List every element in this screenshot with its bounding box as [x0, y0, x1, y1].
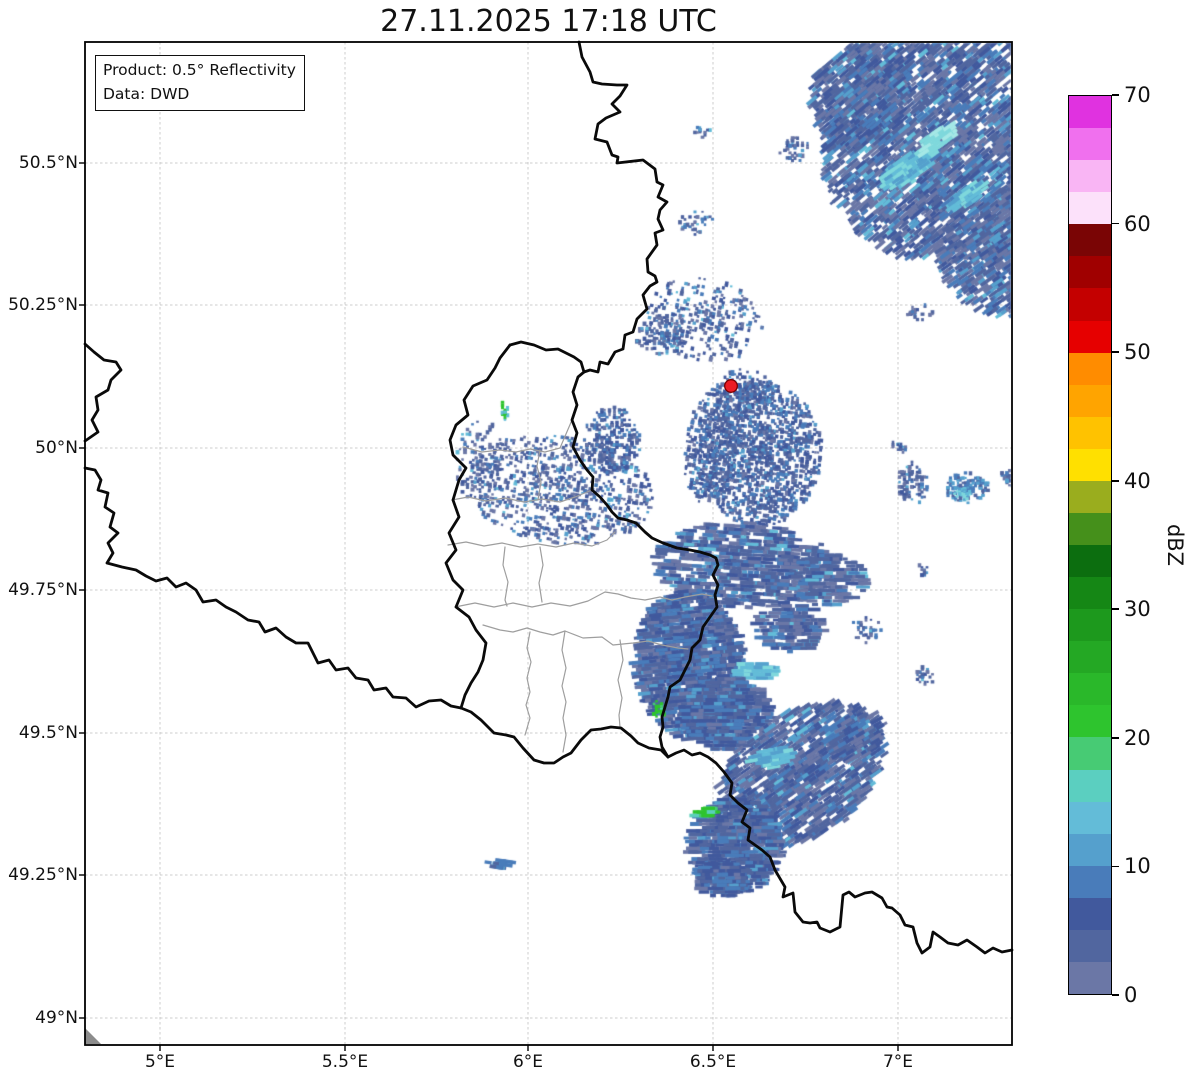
colorbar-unit-label: dBZ: [1163, 523, 1187, 567]
colorbar-segment: [1069, 672, 1111, 706]
info-box-product-line: Product: 0.5° Reflectivity: [103, 61, 296, 79]
map-borders-svg: [79, 40, 1014, 1051]
info-box-data-line: Data: DWD: [103, 85, 190, 103]
colorbar-segment: [1069, 255, 1111, 289]
colorbar-segment: [1069, 704, 1111, 738]
colorbar-segment: [1069, 865, 1111, 898]
colorbar-tick-label: 30: [1124, 597, 1151, 622]
y-tick-label: 50.25°N: [8, 295, 78, 315]
colorbar-segment: [1069, 448, 1111, 481]
x-tick-label: 5.5°E: [321, 1052, 369, 1072]
colorbar-segment: [1069, 640, 1111, 674]
colorbar-tick-label: 70: [1124, 83, 1151, 107]
y-tick-label: 49.75°N: [8, 580, 78, 600]
colorbar-segment: [1069, 320, 1111, 353]
colorbar-tick-label: 20: [1124, 725, 1151, 750]
y-tick-label: 49°N: [35, 1008, 78, 1028]
x-tick-label: 6.5°E: [689, 1052, 737, 1072]
colorbar-tick: [1112, 608, 1119, 611]
y-tick-label: 50°N: [35, 438, 78, 458]
colorbar-segment: [1069, 191, 1111, 225]
colorbar-segment: [1069, 801, 1111, 834]
y-tick-label: 50.5°N: [18, 153, 78, 173]
radar-map-figure: 27.11.2025 17:18 UTC Product: 0.5° Refle…: [0, 0, 1202, 1081]
colorbar-tick-label: 10: [1124, 854, 1151, 879]
colorbar-tick: [1112, 479, 1119, 482]
colorbar-tick-label: 50: [1124, 340, 1151, 365]
colorbar-segment: [1069, 608, 1111, 642]
colorbar-segment: [1069, 352, 1111, 385]
colorbar-tick: [1112, 94, 1119, 96]
colorbar-segment: [1069, 576, 1111, 610]
colorbar: [1068, 95, 1112, 995]
colorbar-segment: [1069, 769, 1111, 802]
colorbar-segment: [1069, 544, 1111, 578]
colorbar-segment: [1069, 897, 1111, 930]
colorbar-tick: [1112, 737, 1119, 739]
colorbar-segment: [1069, 961, 1111, 994]
colorbar-tick-label: 40: [1124, 468, 1151, 493]
colorbar-segment: [1069, 223, 1111, 257]
colorbar-segment: [1069, 480, 1111, 513]
colorbar-segment: [1069, 929, 1111, 962]
colorbar-tick: [1112, 351, 1119, 353]
colorbar-segment: [1069, 833, 1111, 866]
colorbar-tick-label: 60: [1124, 211, 1151, 236]
colorbar-segment: [1069, 95, 1111, 129]
colorbar-segment: [1069, 384, 1111, 417]
colorbar-tick: [1112, 994, 1119, 996]
colorbar-tick: [1112, 222, 1119, 225]
info-box: Product: 0.5° Reflectivity Data: DWD: [95, 55, 305, 111]
y-tick-label: 49.5°N: [18, 723, 78, 743]
colorbar-segment: [1069, 512, 1111, 545]
colorbar-tick: [1112, 865, 1119, 868]
y-tick-label: 49.25°N: [8, 865, 78, 885]
x-tick-label: 7°E: [882, 1052, 914, 1072]
colorbar-segment: [1069, 127, 1111, 161]
radar-site-marker: [724, 379, 738, 393]
colorbar-segment: [1069, 159, 1111, 193]
colorbar-segment: [1069, 416, 1111, 449]
colorbar-tick-label: 0: [1124, 983, 1138, 1007]
x-tick-label: 5°E: [144, 1052, 176, 1072]
colorbar-segment: [1069, 287, 1111, 321]
x-tick-label: 6°E: [512, 1052, 544, 1072]
colorbar-segment: [1069, 736, 1111, 770]
